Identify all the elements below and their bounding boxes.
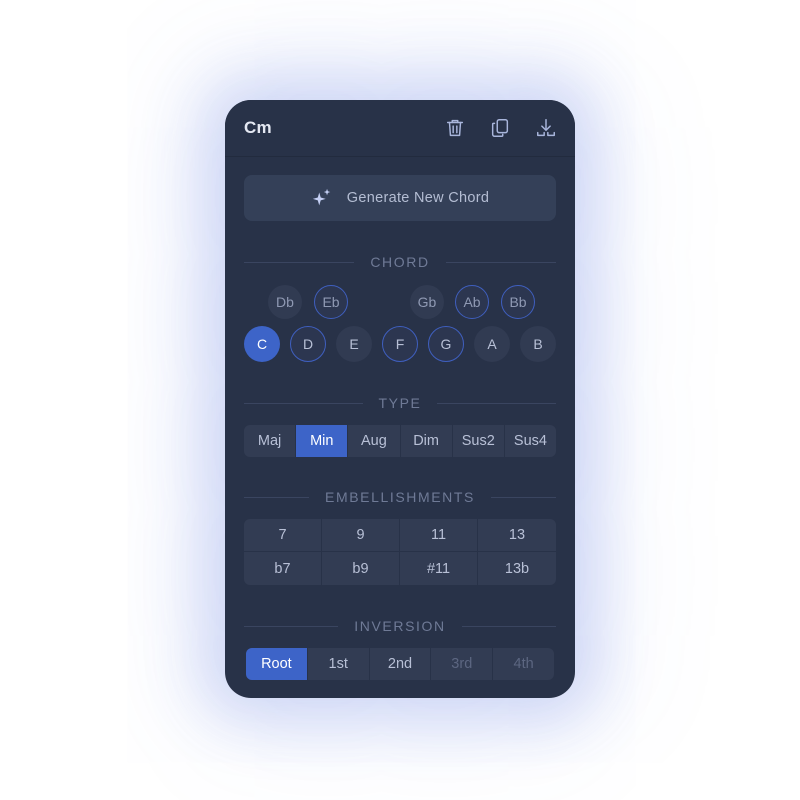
type-option-aug[interactable]: Aug	[348, 425, 401, 457]
type-section-header: TYPE	[244, 393, 556, 413]
embellishments-section-header: EMBELLISHMENTS	[244, 487, 556, 507]
generate-chord-button[interactable]: Generate New Chord	[244, 175, 556, 221]
note-bb[interactable]: Bb	[501, 285, 535, 319]
embellishments-grid: 7 9 11 13 b7 b9 #11 13b	[244, 519, 556, 585]
note-g[interactable]: G	[428, 326, 464, 362]
inversion-section-header: INVERSION	[244, 616, 557, 636]
type-option-dim[interactable]: Dim	[401, 425, 453, 457]
embellishment-b7[interactable]: b7	[244, 552, 322, 585]
type-option-sus4[interactable]: Sus4	[505, 425, 556, 457]
chord-title: Cm	[244, 118, 272, 137]
panel-header: Cm	[225, 100, 575, 157]
note-c[interactable]: C	[244, 326, 280, 362]
embellishments-section-title: EMBELLISHMENTS	[325, 489, 475, 505]
note-b[interactable]: B	[520, 326, 556, 362]
inversion-option-2nd[interactable]: 2nd	[370, 648, 432, 680]
download-icon	[537, 119, 555, 137]
inversion-section-title: INVERSION	[354, 618, 446, 634]
note-d[interactable]: D	[290, 326, 326, 362]
inversion-option-4th: 4th	[513, 656, 534, 672]
inversion-selector: Root 1st 2nd 3rd 4th	[246, 648, 554, 680]
embellishment-7[interactable]: 7	[244, 519, 322, 552]
inversion-option-1st[interactable]: 1st	[308, 648, 370, 680]
note-ab[interactable]: Ab	[455, 285, 489, 319]
note-gb[interactable]: Gb	[410, 285, 444, 319]
copy-icon	[491, 119, 509, 137]
inversion-option-3rd: 3rd	[431, 648, 494, 680]
type-option-maj[interactable]: Maj	[244, 425, 297, 457]
chord-section-title: CHORD	[370, 254, 430, 270]
copy-button[interactable]	[488, 116, 512, 140]
chord-section-header: CHORD	[244, 252, 556, 272]
embellishment-9[interactable]: 9	[322, 519, 400, 552]
embellishment-13[interactable]: 13	[478, 519, 556, 552]
delete-button[interactable]	[443, 116, 467, 140]
embellishment-sharp11[interactable]: #11	[400, 552, 478, 585]
embellishment-11[interactable]: 11	[400, 519, 478, 552]
type-option-min[interactable]: Min	[296, 425, 349, 457]
note-db[interactable]: Db	[268, 285, 302, 319]
note-e[interactable]: E	[336, 326, 372, 362]
embellishment-13b[interactable]: 13b	[478, 552, 556, 585]
note-eb[interactable]: Eb	[314, 285, 348, 319]
generate-chord-label: Generate New Chord	[346, 190, 490, 206]
sparkles-icon	[312, 188, 331, 206]
embellishment-b9[interactable]: b9	[322, 552, 400, 585]
chord-generator-panel: Cm Generate New Chord CHORD Db Eb Gb Ab …	[225, 100, 575, 698]
note-a[interactable]: A	[474, 326, 510, 362]
chord-type-selector: Maj Min Aug Dim Sus2 Sus4	[244, 425, 556, 457]
note-f[interactable]: F	[382, 326, 418, 362]
type-section-title: TYPE	[378, 395, 422, 411]
download-button[interactable]	[534, 116, 558, 140]
inversion-option-root[interactable]: Root	[246, 648, 308, 680]
trash-icon	[446, 119, 464, 137]
type-option-sus2[interactable]: Sus2	[453, 425, 505, 457]
